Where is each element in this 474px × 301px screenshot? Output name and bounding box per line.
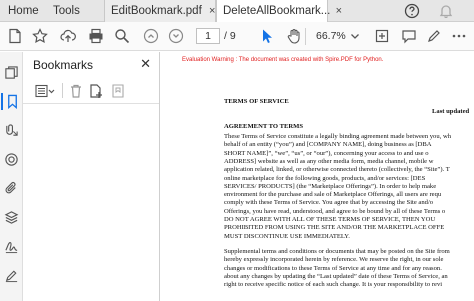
text-line: hereby expressly incorporated herein by … [224,256,444,264]
agreement-heading: AGREEMENT TO TERMS [224,123,304,130]
chevron-down-icon[interactable] [346,27,364,45]
text-line: SHORT NAME]”, “we”, “us”, or “our”), con… [224,149,429,157]
text-line: ADDRESS] website as well as any other me… [224,157,434,165]
save-icon[interactable] [6,27,24,45]
panel-title: Bookmarks [33,58,94,72]
document-heading: TERMS OF SERVICE [224,98,289,105]
text-line: behalf of an entity (“you”) and [COMPANY… [224,141,432,149]
text-line: These Terms of Service constitute a lega… [224,133,452,140]
star-icon[interactable] [31,27,49,45]
text-line: PROHIBITED FROM USING THE SITE AND/OR TH… [224,224,445,232]
paperclip-icon[interactable] [3,180,20,197]
tab-edit-bookmark-label: EditBookmark.pdf [111,5,202,17]
text-line: application related, linked, or otherwis… [224,166,450,174]
close-icon[interactable]: × [209,0,215,22]
text-line: MUST DISCONTINUE USE IMMEDIATELY. [224,232,350,240]
signature-icon[interactable] [3,238,20,255]
page-number-input[interactable]: 1 [196,28,220,44]
next-page-icon[interactable] [167,27,185,45]
page-total: / 9 [224,30,236,42]
layers-icon[interactable] [3,151,20,168]
tab-edit-bookmark[interactable]: EditBookmark.pdf × [104,0,216,22]
close-icon[interactable]: × [336,0,342,22]
upload-icon[interactable] [59,27,77,45]
pen-icon[interactable] [425,27,443,45]
close-icon[interactable]: ✕ [140,56,151,72]
tab-home-label: Home [8,5,39,17]
options-menu-icon[interactable] [33,82,57,100]
bookmark-settings-icon[interactable] [109,82,127,100]
tab-tools[interactable]: Tools [47,0,86,22]
tab-home[interactable]: Home [2,0,45,22]
prev-page-icon[interactable] [142,27,160,45]
delete-icon[interactable] [67,82,85,100]
fit-page-icon[interactable] [373,27,391,45]
add-bookmark-icon[interactable] [87,82,105,100]
select-cursor-icon[interactable] [258,27,276,45]
bookmark-icon[interactable] [1,93,22,110]
tab-delete-all-bookmark-label: DeleteAllBookmark... [223,5,331,17]
bookmarks-panel: Bookmarks ✕ [23,52,160,301]
text-line: right to receive specific notice of each… [224,281,443,289]
evaluation-warning: Evaluation Warning : The document was cr… [182,57,384,63]
text-line: about any changes by updating the “Last … [224,272,448,280]
print-icon[interactable] [87,27,105,45]
pages-icon[interactable] [3,64,20,81]
attachments-icon[interactable] [3,122,20,139]
stack-icon[interactable] [3,209,20,226]
navigation-rail [0,52,23,301]
help-icon[interactable] [404,3,420,19]
tab-bar: Home Tools EditBookmark.pdf × DeleteAllB… [0,0,474,23]
bookmarks-toolbar [23,78,159,104]
text-line: changes or modifications to these Terms … [224,264,442,272]
text-line: environment for the purchase and sale of… [224,191,442,199]
tab-delete-all-bookmark[interactable]: DeleteAllBookmark... × [216,0,342,23]
text-line: DO NOT AGREE WITH ALL OF THESE TERMS OF … [224,216,436,223]
search-icon[interactable] [113,27,131,45]
document-view[interactable]: Evaluation Warning : The document was cr… [161,52,474,301]
more-tools-icon[interactable] [450,27,468,45]
last-updated: Last updated [432,108,470,115]
edit-icon[interactable] [3,267,20,284]
bell-icon[interactable] [438,3,454,19]
comment-icon[interactable] [400,27,418,45]
text-line: Offerings, you have read, understood, an… [224,207,446,215]
hand-icon[interactable] [285,27,303,45]
tab-tools-label: Tools [53,5,80,17]
main-toolbar: 1 / 9 66.7% [0,22,474,51]
text-line: online marketplace for the following goo… [224,174,426,182]
text-line: comply with these Terms of Service. You … [224,199,434,207]
text-line: SERVICES/ PRODUCTS] (the “Marketplace Of… [224,182,437,190]
text-line: Supplemental terms and conditions or doc… [224,248,450,255]
